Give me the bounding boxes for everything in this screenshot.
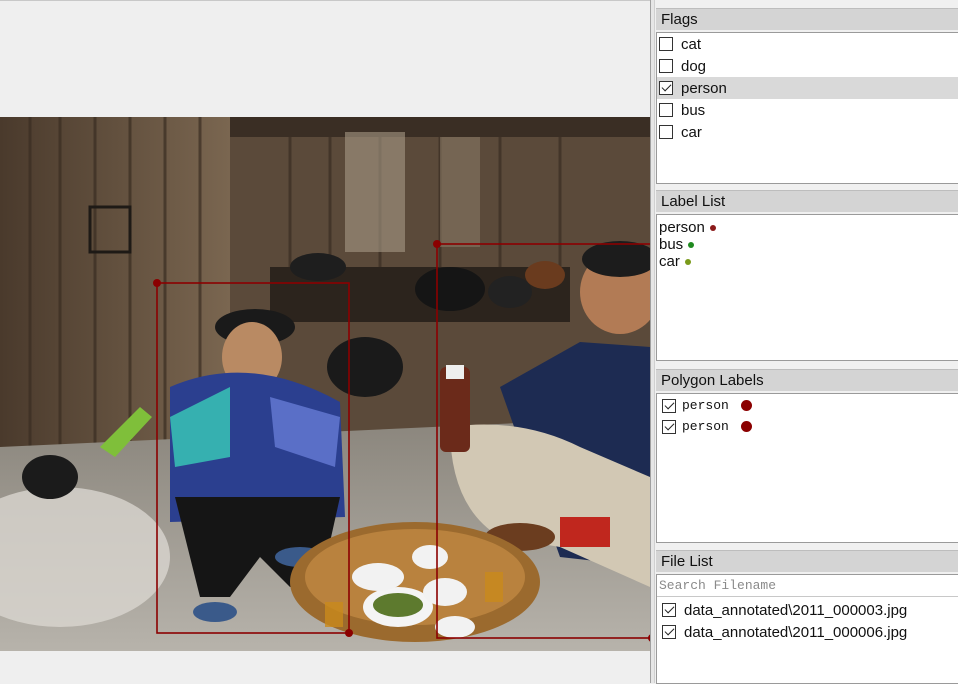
flags-list: cat dog person bus car [656, 32, 958, 184]
label-color-dot-icon [709, 224, 716, 231]
polygon-visibility-checkbox[interactable] [662, 398, 676, 413]
label-list-title[interactable]: Label List [656, 190, 958, 212]
label-item-car[interactable]: car [657, 253, 958, 270]
flag-item-bus[interactable]: bus [657, 99, 958, 121]
flag-item-person[interactable]: person [657, 77, 958, 99]
label-item-bus[interactable]: bus [657, 236, 958, 253]
flag-checkbox-dog[interactable] [659, 59, 673, 73]
file-item[interactable]: data_annotated\2011_000006.jpg [657, 621, 958, 643]
file-checkbox[interactable] [662, 603, 676, 617]
file-item[interactable]: data_annotated\2011_000003.jpg [657, 599, 958, 621]
polygon-labels-title[interactable]: Polygon Labels [656, 369, 958, 391]
annotation-canvas[interactable] [0, 0, 650, 684]
flag-checkbox-bus[interactable] [659, 103, 673, 117]
label-list-panel: Label List person bus car [656, 190, 958, 362]
flag-item-car[interactable]: car [657, 121, 958, 143]
file-checkbox[interactable] [662, 625, 676, 639]
polygon-color-dot-icon [740, 400, 752, 411]
flag-item-cat[interactable]: cat [657, 33, 958, 55]
file-list-panel: File List data_annotated\2011_000003.jpg… [656, 550, 958, 684]
polygon-item[interactable]: person [657, 416, 958, 437]
label-item-person[interactable]: person [657, 219, 958, 236]
polygon-labels-list: person person [656, 393, 958, 543]
flag-item-dog[interactable]: dog [657, 55, 958, 77]
flag-label-bus: bus [681, 101, 706, 119]
file-list: data_annotated\2011_000003.jpg data_anno… [656, 574, 958, 684]
photo-scene [0, 117, 650, 651]
flag-label-car: car [681, 123, 702, 141]
polygon-labels-panel: Polygon Labels person person [656, 369, 958, 544]
polygon-item[interactable]: person [657, 395, 958, 416]
search-filename-input[interactable] [657, 575, 958, 597]
bbox-vertex-handle[interactable] [433, 240, 441, 248]
bbox-vertex-handle[interactable] [345, 629, 353, 637]
flags-panel: Flags cat dog person bus car [656, 8, 958, 184]
flag-checkbox-car[interactable] [659, 125, 673, 139]
flag-label-person: person [681, 79, 727, 97]
file-list-title[interactable]: File List [656, 550, 958, 572]
flags-panel-title[interactable]: Flags [656, 8, 958, 30]
polygon-item-label: person [682, 419, 729, 434]
flag-label-dog: dog [681, 57, 707, 75]
polygon-color-dot-icon [740, 421, 752, 432]
flag-label-cat: cat [681, 35, 702, 53]
panel-splitter[interactable] [650, 0, 655, 683]
flag-checkbox-cat[interactable] [659, 37, 673, 51]
flag-checkbox-person[interactable] [659, 81, 673, 95]
label-list: person bus car [656, 214, 958, 361]
polygon-item-label: person [682, 398, 729, 413]
file-item-name: data_annotated\2011_000003.jpg [684, 601, 908, 619]
polygon-visibility-checkbox[interactable] [662, 419, 676, 434]
label-text-car: car [659, 253, 680, 270]
label-text-person: person [659, 219, 705, 236]
label-text-bus: bus [659, 236, 684, 253]
label-color-dot-icon [684, 258, 691, 265]
label-color-dot-icon [688, 241, 695, 248]
bbox-vertex-handle[interactable] [153, 279, 161, 287]
annotated-photo[interactable] [0, 117, 650, 651]
file-item-name: data_annotated\2011_000006.jpg [684, 623, 908, 641]
